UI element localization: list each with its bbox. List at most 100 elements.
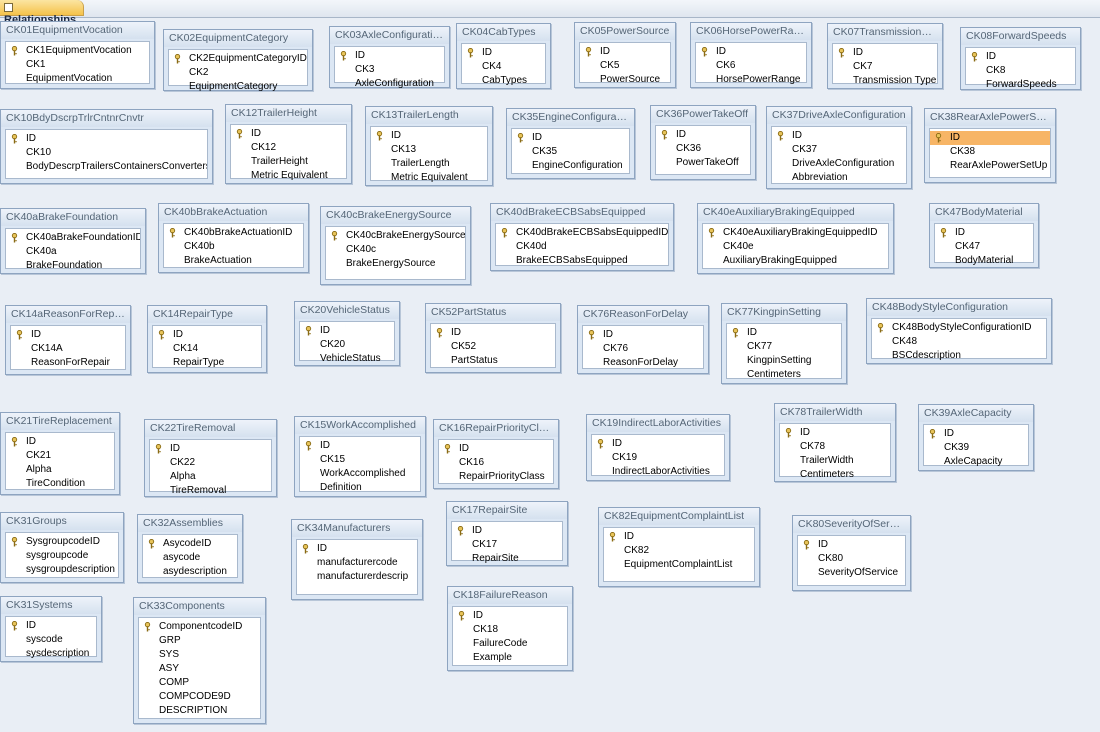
table-field[interactable]: ASY	[139, 662, 260, 676]
table-field[interactable]: CK15	[300, 453, 420, 467]
table-title[interactable]: CK40eAuxiliaryBrakingEquipped	[698, 204, 893, 221]
field-list[interactable]: ID CK19 IndirectLaborActivities	[591, 434, 725, 479]
table-ck82equipmentcomplaintlist[interactable]: CK82EquipmentComplaintList ID CK82 Equipmen…	[598, 507, 760, 587]
table-field[interactable]: CK13	[371, 143, 487, 157]
table-field[interactable]: Metric Equivalent	[231, 169, 346, 183]
field-list[interactable]: ID CK47 BodyMaterial	[934, 223, 1034, 266]
table-ck40bbrakeactuation[interactable]: CK40bBrakeActuation CK40bBrakeActuationID…	[158, 203, 309, 273]
table-title[interactable]: CK18FailureReason	[448, 587, 572, 604]
table-field[interactable]: AxleConfiguration	[335, 77, 444, 91]
table-field[interactable]: CK82	[604, 544, 754, 558]
table-field[interactable]: CK38	[930, 145, 1050, 159]
table-title[interactable]: CK32Assemblies	[138, 515, 242, 532]
table-ck78trailerwidth[interactable]: CK78TrailerWidth ID CK78 TrailerWidth Centim…	[774, 403, 896, 482]
primary-key-field[interactable]: ID	[6, 435, 114, 449]
table-ck80severityofservi[interactable]: CK80SeverityOfServi... ID CK80 SeverityOfSe…	[792, 515, 911, 591]
table-field[interactable]: Example	[453, 651, 567, 665]
table-field[interactable]: HorsePowerRange	[696, 73, 806, 87]
table-field[interactable]: TrailerWidth	[780, 454, 890, 468]
table-title[interactable]: CK12TrailerHeight	[226, 105, 351, 122]
table-field[interactable]: TrailerHeight	[231, 155, 346, 169]
table-ck01equipmentvocation[interactable]: CK01EquipmentVocation CK1EquipmentVocatio…	[0, 21, 155, 89]
field-list[interactable]: ID CK15 WorkAccomplished Definition	[299, 436, 421, 493]
primary-key-field[interactable]: ID	[439, 442, 553, 456]
primary-key-field[interactable]: SysgroupcodeID	[6, 535, 118, 549]
primary-key-field[interactable]: ID	[512, 131, 629, 145]
table-field[interactable]: manufacturercode	[297, 556, 417, 570]
primary-key-field[interactable]: ID	[727, 326, 841, 340]
table-field[interactable]: AuxiliaryBrakingEquipped	[703, 254, 888, 268]
table-title[interactable]: CK40dBrakeECBSabsEquipped	[491, 204, 673, 221]
primary-key-field[interactable]: ID	[150, 442, 271, 456]
table-ck40cbrakeenergysource[interactable]: CK40cBrakeEnergySource CK40cBrakeEnergySo…	[320, 206, 471, 285]
table-field[interactable]: CK76	[583, 342, 703, 356]
table-field[interactable]: VehicleStatus	[300, 352, 394, 366]
table-ck17repairsite[interactable]: CK17RepairSite ID CK17 RepairSite	[446, 501, 568, 566]
table-ck14repairtype[interactable]: CK14RepairType ID CK14 RepairType	[147, 305, 267, 373]
table-field[interactable]: TrailerLength	[371, 157, 487, 171]
table-field[interactable]: CK78	[780, 440, 890, 454]
table-title[interactable]: CK08ForwardSpeeds	[961, 28, 1080, 45]
primary-key-field[interactable]: ID	[833, 46, 937, 60]
table-title[interactable]: CK06HorsePowerRange	[691, 23, 811, 40]
table-field[interactable]: BodyMaterial	[935, 254, 1033, 268]
table-field[interactable]: COMPCODE9D	[139, 690, 260, 704]
table-field[interactable]: CK7	[833, 60, 937, 74]
primary-key-field[interactable]: ID	[930, 131, 1050, 145]
primary-key-field[interactable]: ID	[580, 45, 670, 59]
primary-key-field[interactable]: ID	[453, 609, 567, 623]
table-field[interactable]: sysgroupdescription	[6, 563, 118, 577]
field-list[interactable]: ID CK77 KingpinSetting Centimeters	[726, 323, 842, 380]
primary-key-field[interactable]: ComponentcodeID	[139, 620, 260, 634]
table-field[interactable]: CK47	[935, 240, 1033, 254]
table-ck37driveaxleconfiguration[interactable]: CK37DriveAxleConfiguration ID CK37 DriveAxl…	[766, 106, 912, 189]
table-field[interactable]: CabTypes	[462, 74, 545, 88]
field-list[interactable]: ID CK36 PowerTakeOff	[655, 125, 751, 175]
table-field[interactable]: CK40e	[703, 240, 888, 254]
table-field[interactable]: CK10	[6, 146, 207, 160]
table-field[interactable]: SeverityOfService	[798, 566, 905, 580]
primary-key-field[interactable]: CK40dBrakeECBSabsEquippedID	[496, 226, 668, 240]
table-field[interactable]: CK20	[300, 338, 394, 352]
primary-key-field[interactable]: CK1EquipmentVocation	[6, 44, 149, 58]
field-list[interactable]: ID CK37 DriveAxleConfiguration Abbreviation	[771, 126, 907, 184]
table-field[interactable]: CK6	[696, 59, 806, 73]
field-list[interactable]: ID CK18 FailureCode Example	[452, 606, 568, 666]
table-field[interactable]: CK4	[462, 60, 545, 74]
table-field[interactable]: AxleCapacity	[924, 455, 1028, 469]
table-title[interactable]: CK82EquipmentComplaintList	[599, 508, 759, 525]
table-ck15workaccomplished[interactable]: CK15WorkAccomplished ID CK15 WorkAccomplish…	[294, 416, 426, 497]
table-title[interactable]: CK16RepairPriorityClass	[434, 420, 558, 437]
table-title[interactable]: CK78TrailerWidth	[775, 404, 895, 421]
field-list[interactable]: ID CK14 RepairType	[152, 325, 262, 368]
primary-key-field[interactable]: ID	[656, 128, 750, 142]
table-title[interactable]: CK13TrailerLength	[366, 107, 492, 124]
table-field[interactable]: Metric Equivalent	[371, 171, 487, 185]
table-field[interactable]: TireRemoval	[150, 484, 271, 498]
table-field[interactable]: CK19	[592, 451, 724, 465]
table-field[interactable]: BrakeECBSabsEquipped	[496, 254, 668, 268]
field-list[interactable]: ID CK13 TrailerLength Metric Equivalent	[370, 126, 488, 183]
table-field[interactable]: CK40a	[6, 245, 140, 259]
table-field[interactable]: BSCdescription	[872, 349, 1046, 363]
primary-key-field[interactable]: ID	[592, 437, 724, 451]
table-title[interactable]: CK07TransmissionTy...	[828, 24, 942, 41]
table-field[interactable]: CK18	[453, 623, 567, 637]
table-ck04cabtypes[interactable]: CK04CabTypes ID CK4 CabTypes	[456, 23, 551, 89]
table-field[interactable]: CK14	[153, 342, 261, 356]
table-field[interactable]: IndirectLaborActivities	[592, 465, 724, 479]
field-list[interactable]: ID CK17 RepairSite	[451, 521, 563, 564]
table-field[interactable]: GRP	[139, 634, 260, 648]
field-list[interactable]: CK40eAuxiliaryBrakingEquippedID CK40e Auxi…	[702, 223, 889, 269]
table-title[interactable]: CK05PowerSource	[575, 23, 675, 40]
field-list[interactable]: ID CK8 ForwardSpeeds	[965, 47, 1076, 90]
table-ck12trailerheight[interactable]: CK12TrailerHeight ID CK12 TrailerHeight Metr…	[225, 104, 352, 184]
field-list[interactable]: ID CK21 Alpha TireCondition	[5, 432, 115, 490]
field-list[interactable]: CK40cBrakeEnergySourceID CK40c BrakeEnergy…	[325, 226, 466, 280]
table-ck03axleconfiguration[interactable]: CK03AxleConfiguration ID CK3 AxleConfigurat…	[329, 26, 450, 91]
primary-key-field[interactable]: ID	[583, 328, 703, 342]
field-list[interactable]: CK2EquipmentCategoryID CK2 EquipmentCatego…	[168, 49, 308, 92]
table-field[interactable]: EquipmentCategory	[169, 80, 307, 94]
table-title[interactable]: CK03AxleConfiguration	[330, 27, 449, 44]
table-field[interactable]: BrakeActuation	[164, 254, 303, 268]
